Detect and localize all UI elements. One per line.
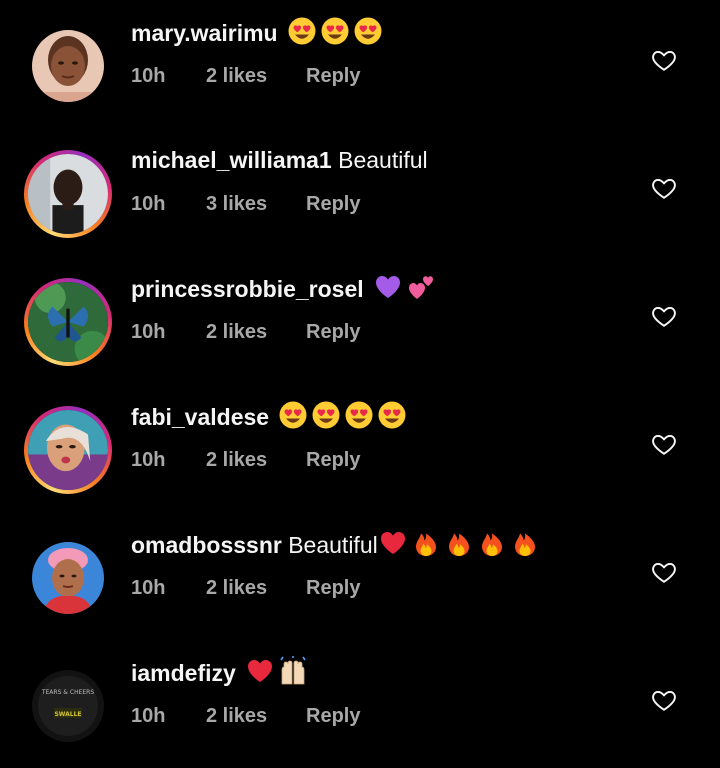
like-heart-icon[interactable]: [651, 687, 677, 713]
avatar-caption: TEARS & CHEERS: [41, 689, 94, 696]
avatar[interactable]: [24, 534, 112, 622]
comment-text: princessrobbie_rosel: [131, 272, 436, 305]
timestamp: 10h: [131, 193, 166, 215]
like-heart-icon[interactable]: [651, 303, 677, 329]
avatar-photo: [28, 282, 108, 362]
comment-meta: 10h 3 likes Reply: [131, 190, 360, 218]
like-heart-icon[interactable]: [651, 431, 677, 457]
comment-text: iamdefizy: [131, 656, 308, 689]
comment-text: michael_williama1 Beautiful: [131, 144, 428, 176]
red-heart-emoji-icon: [378, 528, 408, 558]
avatar[interactable]: TEARS & CHEERS SWALLE: [24, 662, 112, 750]
comment-message: Beautiful: [288, 532, 378, 558]
comment-item: princessrobbie_rosel 10h 2 likes Reply: [0, 256, 720, 384]
heart-eyes-emoji-icon: [320, 16, 350, 46]
avatar[interactable]: [24, 22, 112, 110]
like-heart-icon[interactable]: [651, 559, 677, 585]
username[interactable]: iamdefizy: [131, 660, 236, 686]
like-count[interactable]: 2 likes: [206, 318, 306, 346]
heart-eyes-emoji-icon: [377, 400, 407, 430]
comment-meta: 10h 2 likes Reply: [131, 62, 360, 90]
username[interactable]: michael_williama1: [131, 147, 332, 173]
avatar[interactable]: [24, 150, 112, 238]
avatar-photo: TEARS & CHEERS SWALLE: [32, 670, 104, 742]
username[interactable]: omadbosssnr: [131, 532, 282, 558]
username[interactable]: princessrobbie_rosel: [131, 276, 364, 302]
comment-item: mary.wairimu 10h 2 likes Reply: [0, 0, 720, 128]
red-heart-emoji-icon: [245, 656, 275, 686]
fire-emoji-icon: [444, 528, 474, 558]
comment-meta: 10h 2 likes Reply: [131, 446, 360, 474]
like-count[interactable]: 2 likes: [206, 62, 306, 90]
avatar-photo: [28, 154, 108, 234]
raising-hands-emoji-icon: [278, 656, 308, 686]
avatar[interactable]: [24, 406, 112, 494]
avatar-photo: [28, 410, 108, 490]
comment-meta: 10h 2 likes Reply: [131, 318, 360, 346]
like-heart-icon[interactable]: [651, 47, 677, 73]
like-count[interactable]: 2 likes: [206, 446, 306, 474]
comment-item: fabi_valdese 10h 2 likes Reply: [0, 384, 720, 512]
timestamp: 10h: [131, 705, 166, 727]
heart-eyes-emoji-icon: [311, 400, 341, 430]
comment-item: michael_williama1 Beautiful 10h 3 likes Re…: [0, 128, 720, 256]
comment-text: omadbosssnr Beautiful: [131, 528, 540, 561]
comment-meta: 10h 2 likes Reply: [131, 702, 360, 730]
like-count[interactable]: 3 likes: [206, 190, 306, 218]
comment-item: TEARS & CHEERS SWALLE iamdefizy 10h 2 lik…: [0, 640, 720, 768]
reply-button[interactable]: Reply: [306, 62, 360, 90]
heart-eyes-emoji-icon: [278, 400, 308, 430]
timestamp: 10h: [131, 577, 166, 599]
heart-eyes-emoji-icon: [287, 16, 317, 46]
comment-meta: 10h 2 likes Reply: [131, 574, 360, 602]
timestamp: 10h: [131, 321, 166, 343]
timestamp: 10h: [131, 449, 166, 471]
like-heart-icon[interactable]: [651, 175, 677, 201]
username[interactable]: mary.wairimu: [131, 20, 278, 46]
avatar[interactable]: [24, 278, 112, 366]
fire-emoji-icon: [510, 528, 540, 558]
reply-button[interactable]: Reply: [306, 318, 360, 346]
timestamp: 10h: [131, 65, 166, 87]
avatar-photo: [32, 542, 104, 614]
reply-button[interactable]: Reply: [306, 446, 360, 474]
avatar-caption: SWALLE: [54, 711, 81, 718]
like-count[interactable]: 2 likes: [206, 574, 306, 602]
comment-text: mary.wairimu: [131, 16, 383, 49]
comment-message: Beautiful: [338, 147, 428, 173]
reply-button[interactable]: Reply: [306, 574, 360, 602]
like-count[interactable]: 2 likes: [206, 702, 306, 730]
heart-eyes-emoji-icon: [344, 400, 374, 430]
heart-eyes-emoji-icon: [353, 16, 383, 46]
fire-emoji-icon: [411, 528, 441, 558]
purple-heart-emoji-icon: [373, 272, 403, 302]
comment-text: fabi_valdese: [131, 400, 407, 433]
fire-emoji-icon: [477, 528, 507, 558]
username[interactable]: fabi_valdese: [131, 404, 269, 430]
reply-button[interactable]: Reply: [306, 702, 360, 730]
two-hearts-emoji-icon: [406, 272, 436, 302]
comment-item: omadbosssnr Beautiful 10h 2 likes Reply: [0, 512, 720, 640]
reply-button[interactable]: Reply: [306, 190, 360, 218]
avatar-photo: [32, 30, 104, 102]
